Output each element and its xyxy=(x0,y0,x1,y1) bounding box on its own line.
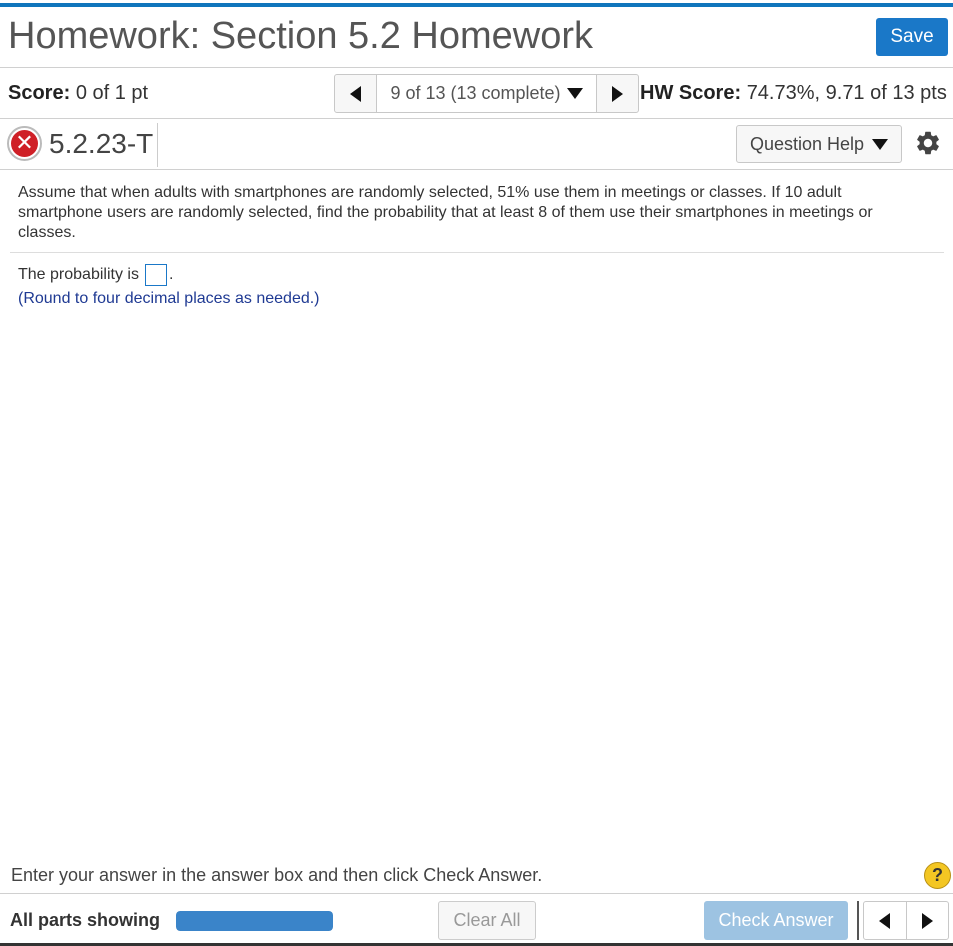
previous-question-button[interactable] xyxy=(864,902,907,939)
question-help-label: Question Help xyxy=(749,133,865,154)
hw-score: HW Score: 74.73%, 9.71 of 13 pts xyxy=(640,82,947,105)
x-mark-icon: ✕ xyxy=(11,130,38,157)
answer-line: The probability is . xyxy=(18,264,173,286)
incorrect-x-icon: ✕ xyxy=(7,126,42,161)
check-answer-button[interactable]: Check Answer xyxy=(704,901,848,940)
parts-progress-bar xyxy=(176,911,333,931)
question-header: ✕ 5.2.23-T Question Help xyxy=(0,119,953,170)
divider xyxy=(10,252,944,253)
answer-prefix: The probability is xyxy=(18,266,139,283)
bottom-navigator xyxy=(863,901,949,940)
question-navigator: 9 of 13 (13 complete) xyxy=(334,74,639,113)
next-question-button[interactable] xyxy=(907,902,949,939)
score: Score: 0 of 1 pt xyxy=(8,82,148,105)
score-value: 0 of 1 pt xyxy=(75,82,149,104)
arrow-right-icon xyxy=(612,85,623,102)
hw-score-value: 74.73%, 9.71 of 13 pts xyxy=(746,82,947,104)
title-bar: Homework: Section 5.2 Homework Save xyxy=(0,7,953,68)
hw-score-label: HW Score: xyxy=(640,82,742,104)
progress-fill xyxy=(176,911,333,931)
answer-suffix: . xyxy=(168,266,174,283)
arrow-right-icon xyxy=(921,912,933,929)
caret-down-icon xyxy=(566,88,583,99)
bottom-bar: All parts showing Clear All Check Answer xyxy=(0,893,953,946)
save-button[interactable]: Save xyxy=(876,18,948,56)
arrow-left-icon xyxy=(879,912,891,929)
problem-text: Assume that when adults with smartphones… xyxy=(18,184,873,241)
question-select-dropdown[interactable]: 9 of 13 (13 complete) xyxy=(377,75,596,112)
page-title: Homework: Section 5.2 Homework xyxy=(8,15,593,57)
caret-down-icon xyxy=(872,138,889,150)
footer-instruction: Enter your answer in the answer box and … xyxy=(11,865,543,885)
question-help-button[interactable]: Question Help xyxy=(736,125,902,163)
score-row: Score: 0 of 1 pt 9 of 13 (13 complete) H… xyxy=(0,68,953,119)
answer-input[interactable] xyxy=(144,264,167,286)
divider xyxy=(857,901,859,940)
arrow-left-icon xyxy=(350,85,361,102)
previous-question-button[interactable] xyxy=(335,75,377,112)
gear-icon[interactable] xyxy=(914,129,942,157)
all-parts-label: All parts showing xyxy=(10,910,161,930)
next-question-button[interactable] xyxy=(596,75,638,112)
clear-all-button[interactable]: Clear All xyxy=(438,901,536,940)
question-position: 9 of 13 (13 complete) xyxy=(390,83,561,103)
score-label: Score: xyxy=(8,82,71,104)
divider xyxy=(157,123,158,167)
rounding-note: (Round to four decimal places as needed.… xyxy=(18,290,320,307)
help-question-icon[interactable]: ? xyxy=(924,862,951,889)
question-id: 5.2.23-T xyxy=(49,128,154,159)
